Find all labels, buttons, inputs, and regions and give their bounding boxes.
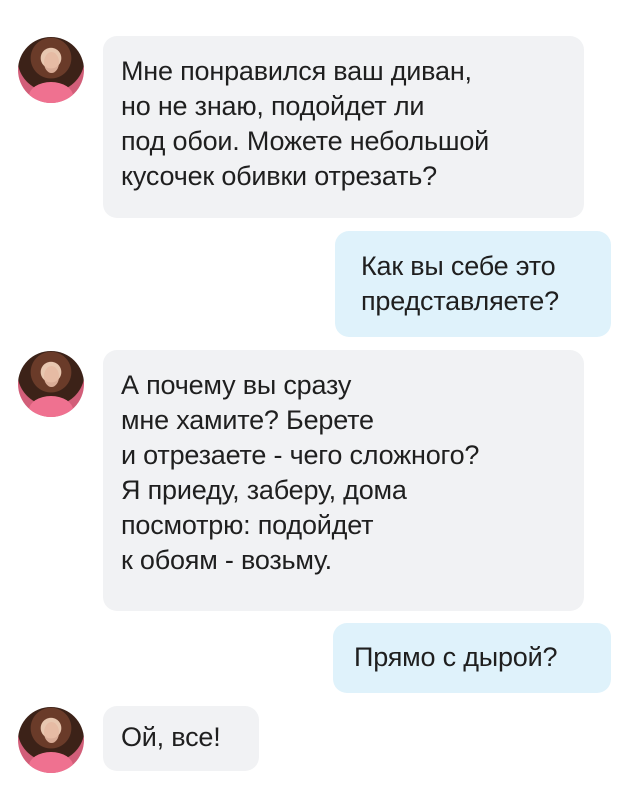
message-bubble[interactable]: Ой, все! bbox=[103, 706, 259, 771]
message-incoming-3: Ой, все! bbox=[0, 0, 640, 808]
chat-thread: Мне понравился ваш диван, но не знаю, по… bbox=[0, 0, 640, 808]
avatar-icon[interactable] bbox=[18, 707, 84, 773]
message-text-line: Ой, все! bbox=[121, 722, 221, 752]
avatar-shirt bbox=[29, 752, 73, 773]
avatar-face bbox=[44, 722, 59, 743]
